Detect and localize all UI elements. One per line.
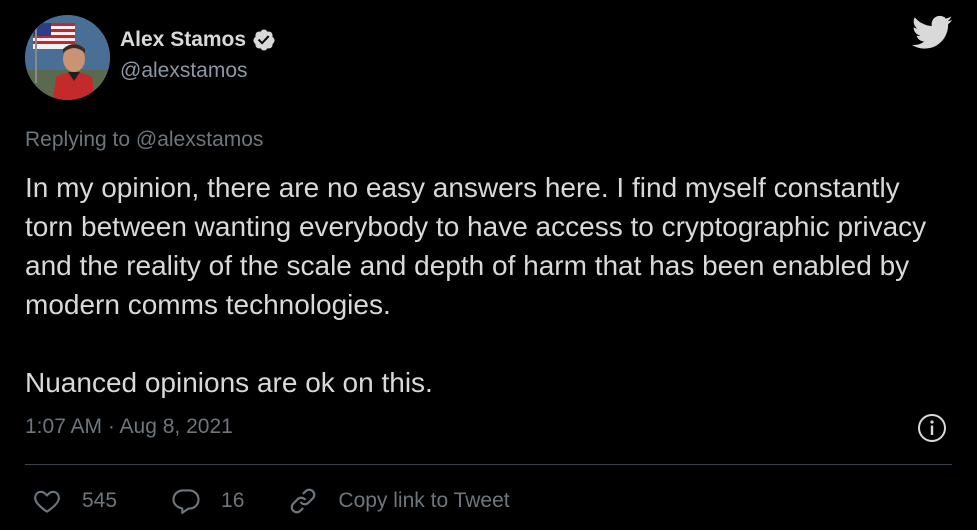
- twitter-bird-icon[interactable]: [910, 14, 953, 51]
- info-icon[interactable]: [917, 413, 947, 443]
- avatar-photo: [25, 15, 110, 100]
- verified-badge-icon: [253, 29, 275, 51]
- tweet-text: In my opinion, there are no easy answers…: [25, 172, 927, 398]
- reply-count: 16: [221, 489, 245, 512]
- author-name[interactable]: Alex Stamos: [120, 28, 246, 52]
- divider: [25, 464, 952, 465]
- tweet-timestamp[interactable]: 1:07 AM · Aug 8, 2021: [25, 415, 233, 439]
- like-count: 545: [82, 489, 118, 512]
- replying-to[interactable]: Replying to @alexstamos: [25, 128, 263, 152]
- author-handle[interactable]: @alexstamos: [120, 59, 276, 83]
- copy-link-label: Copy link to Tweet: [338, 489, 510, 512]
- copy-link-button[interactable]: Copy link to Tweet: [288, 486, 510, 516]
- link-icon: [291, 488, 316, 514]
- author-name-row: Alex Stamos: [120, 28, 276, 52]
- avatar[interactable]: [25, 15, 110, 100]
- reply-bubble-icon: [172, 489, 200, 514]
- author-block: Alex Stamos @alexstamos: [120, 28, 276, 83]
- heart-icon: [34, 490, 60, 513]
- reply-button[interactable]: 16: [171, 486, 244, 516]
- like-button[interactable]: 545: [32, 486, 117, 516]
- action-bar: 545 16 Copy link to Tweet: [32, 486, 510, 516]
